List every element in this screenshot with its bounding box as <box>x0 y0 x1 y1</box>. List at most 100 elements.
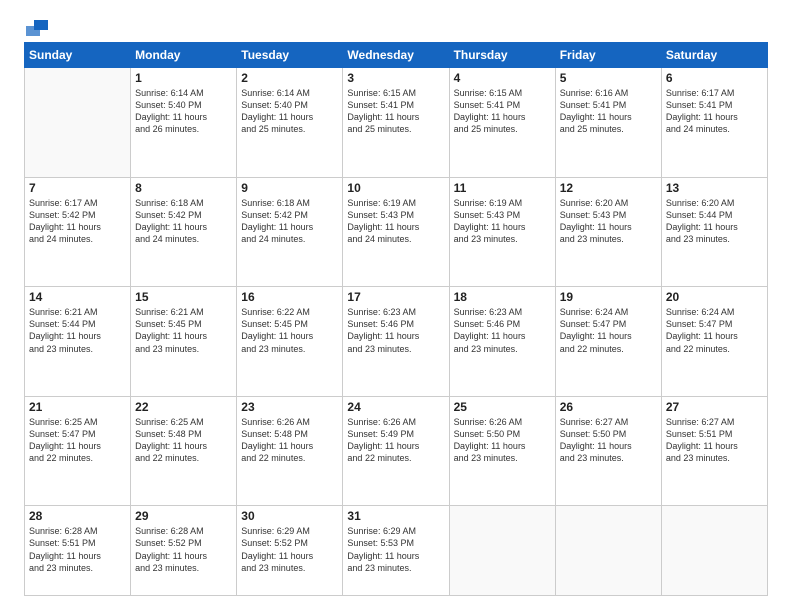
table-row: 14 Sunrise: 6:21 AMSunset: 5:44 PMDayligh… <box>25 287 131 397</box>
day-number: 18 <box>454 290 551 304</box>
table-row: 28 Sunrise: 6:28 AMSunset: 5:51 PMDayligh… <box>25 506 131 596</box>
calendar-week-5: 28 Sunrise: 6:28 AMSunset: 5:51 PMDayligh… <box>25 506 768 596</box>
day-number: 9 <box>241 181 338 195</box>
calendar-header-wednesday: Wednesday <box>343 43 449 68</box>
day-number: 16 <box>241 290 338 304</box>
calendar-header-sunday: Sunday <box>25 43 131 68</box>
table-row: 27 Sunrise: 6:27 AMSunset: 5:51 PMDayligh… <box>661 396 767 506</box>
table-row: 16 Sunrise: 6:22 AMSunset: 5:45 PMDayligh… <box>237 287 343 397</box>
day-number: 23 <box>241 400 338 414</box>
day-number: 4 <box>454 71 551 85</box>
calendar-week-4: 21 Sunrise: 6:25 AMSunset: 5:47 PMDayligh… <box>25 396 768 506</box>
table-row: 1 Sunrise: 6:14 AMSunset: 5:40 PMDaylight… <box>131 68 237 178</box>
day-number: 19 <box>560 290 657 304</box>
calendar-week-1: 1 Sunrise: 6:14 AMSunset: 5:40 PMDaylight… <box>25 68 768 178</box>
day-details: Sunrise: 6:18 AMSunset: 5:42 PMDaylight:… <box>135 197 232 246</box>
table-row: 30 Sunrise: 6:29 AMSunset: 5:52 PMDayligh… <box>237 506 343 596</box>
table-row: 25Sunrise: 6:26 AMSunset: 5:50 PMDayligh… <box>449 396 555 506</box>
table-row: 4Sunrise: 6:15 AMSunset: 5:41 PMDaylight… <box>449 68 555 178</box>
day-number: 29 <box>135 509 232 523</box>
day-details: Sunrise: 6:29 AMSunset: 5:53 PMDaylight:… <box>347 525 444 574</box>
header <box>24 20 768 32</box>
day-number: 27 <box>666 400 763 414</box>
day-details: Sunrise: 6:23 AMSunset: 5:46 PMDaylight:… <box>347 306 444 355</box>
calendar-header-monday: Monday <box>131 43 237 68</box>
day-number: 3 <box>347 71 444 85</box>
table-row: 9 Sunrise: 6:18 AMSunset: 5:42 PMDaylight… <box>237 177 343 287</box>
table-row: 21 Sunrise: 6:25 AMSunset: 5:47 PMDayligh… <box>25 396 131 506</box>
day-details: Sunrise: 6:22 AMSunset: 5:45 PMDaylight:… <box>241 306 338 355</box>
day-details: Sunrise: 6:28 AMSunset: 5:52 PMDaylight:… <box>135 525 232 574</box>
table-row: 8Sunrise: 6:18 AMSunset: 5:42 PMDaylight… <box>131 177 237 287</box>
day-number: 7 <box>29 181 126 195</box>
calendar: SundayMondayTuesdayWednesdayThursdayFrid… <box>24 42 768 596</box>
table-row: 23 Sunrise: 6:26 AMSunset: 5:48 PMDayligh… <box>237 396 343 506</box>
day-number: 15 <box>135 290 232 304</box>
calendar-week-2: 7Sunrise: 6:17 AMSunset: 5:42 PMDaylight… <box>25 177 768 287</box>
table-row: 22 Sunrise: 6:25 AMSunset: 5:48 PMDayligh… <box>131 396 237 506</box>
table-row: 7Sunrise: 6:17 AMSunset: 5:42 PMDaylight… <box>25 177 131 287</box>
day-details: Sunrise: 6:17 AMSunset: 5:41 PMDaylight:… <box>666 87 763 136</box>
day-number: 17 <box>347 290 444 304</box>
table-row <box>25 68 131 178</box>
day-details: Sunrise: 6:16 AMSunset: 5:41 PMDaylight:… <box>560 87 657 136</box>
day-number: 28 <box>29 509 126 523</box>
calendar-header-tuesday: Tuesday <box>237 43 343 68</box>
day-number: 30 <box>241 509 338 523</box>
day-details: Sunrise: 6:18 AMSunset: 5:42 PMDaylight:… <box>241 197 338 246</box>
day-details: Sunrise: 6:20 AMSunset: 5:44 PMDaylight:… <box>666 197 763 246</box>
day-details: Sunrise: 6:25 AMSunset: 5:48 PMDaylight:… <box>135 416 232 465</box>
day-details: Sunrise: 6:21 AMSunset: 5:44 PMDaylight:… <box>29 306 126 355</box>
day-details: Sunrise: 6:21 AMSunset: 5:45 PMDaylight:… <box>135 306 232 355</box>
day-number: 5 <box>560 71 657 85</box>
day-number: 22 <box>135 400 232 414</box>
day-number: 14 <box>29 290 126 304</box>
page: SundayMondayTuesdayWednesdayThursdayFrid… <box>0 0 792 612</box>
table-row <box>555 506 661 596</box>
table-row: 10 Sunrise: 6:19 AMSunset: 5:43 PMDayligh… <box>343 177 449 287</box>
day-details: Sunrise: 6:14 AMSunset: 5:40 PMDaylight:… <box>135 87 232 136</box>
day-number: 21 <box>29 400 126 414</box>
day-details: Sunrise: 6:19 AMSunset: 5:43 PMDaylight:… <box>454 197 551 246</box>
day-number: 31 <box>347 509 444 523</box>
day-details: Sunrise: 6:28 AMSunset: 5:51 PMDaylight:… <box>29 525 126 574</box>
calendar-week-3: 14 Sunrise: 6:21 AMSunset: 5:44 PMDayligh… <box>25 287 768 397</box>
table-row: 6Sunrise: 6:17 AMSunset: 5:41 PMDaylight… <box>661 68 767 178</box>
table-row: 20Sunrise: 6:24 AMSunset: 5:47 PMDayligh… <box>661 287 767 397</box>
table-row: 5 Sunrise: 6:16 AMSunset: 5:41 PMDaylight… <box>555 68 661 178</box>
table-row: 31 Sunrise: 6:29 AMSunset: 5:53 PMDayligh… <box>343 506 449 596</box>
day-number: 26 <box>560 400 657 414</box>
table-row: 26Sunrise: 6:27 AMSunset: 5:50 PMDayligh… <box>555 396 661 506</box>
day-number: 20 <box>666 290 763 304</box>
calendar-header-friday: Friday <box>555 43 661 68</box>
calendar-header-row: SundayMondayTuesdayWednesdayThursdayFrid… <box>25 43 768 68</box>
logo-icon <box>26 20 48 36</box>
day-details: Sunrise: 6:27 AMSunset: 5:51 PMDaylight:… <box>666 416 763 465</box>
day-details: Sunrise: 6:19 AMSunset: 5:43 PMDaylight:… <box>347 197 444 246</box>
day-details: Sunrise: 6:29 AMSunset: 5:52 PMDaylight:… <box>241 525 338 574</box>
day-number: 1 <box>135 71 232 85</box>
day-number: 10 <box>347 181 444 195</box>
table-row <box>449 506 555 596</box>
day-details: Sunrise: 6:26 AMSunset: 5:49 PMDaylight:… <box>347 416 444 465</box>
day-details: Sunrise: 6:20 AMSunset: 5:43 PMDaylight:… <box>560 197 657 246</box>
table-row: 19 Sunrise: 6:24 AMSunset: 5:47 PMDayligh… <box>555 287 661 397</box>
day-details: Sunrise: 6:25 AMSunset: 5:47 PMDaylight:… <box>29 416 126 465</box>
table-row: 15 Sunrise: 6:21 AMSunset: 5:45 PMDayligh… <box>131 287 237 397</box>
day-details: Sunrise: 6:26 AMSunset: 5:50 PMDaylight:… <box>454 416 551 465</box>
table-row: 13 Sunrise: 6:20 AMSunset: 5:44 PMDayligh… <box>661 177 767 287</box>
day-number: 24 <box>347 400 444 414</box>
table-row: 24 Sunrise: 6:26 AMSunset: 5:49 PMDayligh… <box>343 396 449 506</box>
table-row: 12Sunrise: 6:20 AMSunset: 5:43 PMDayligh… <box>555 177 661 287</box>
day-details: Sunrise: 6:15 AMSunset: 5:41 PMDaylight:… <box>347 87 444 136</box>
day-number: 13 <box>666 181 763 195</box>
day-details: Sunrise: 6:26 AMSunset: 5:48 PMDaylight:… <box>241 416 338 465</box>
table-row: 3 Sunrise: 6:15 AMSunset: 5:41 PMDaylight… <box>343 68 449 178</box>
day-details: Sunrise: 6:24 AMSunset: 5:47 PMDaylight:… <box>560 306 657 355</box>
day-number: 11 <box>454 181 551 195</box>
table-row: 11 Sunrise: 6:19 AMSunset: 5:43 PMDayligh… <box>449 177 555 287</box>
table-row: 29 Sunrise: 6:28 AMSunset: 5:52 PMDayligh… <box>131 506 237 596</box>
table-row <box>661 506 767 596</box>
table-row: 18Sunrise: 6:23 AMSunset: 5:46 PMDayligh… <box>449 287 555 397</box>
table-row: 17 Sunrise: 6:23 AMSunset: 5:46 PMDayligh… <box>343 287 449 397</box>
